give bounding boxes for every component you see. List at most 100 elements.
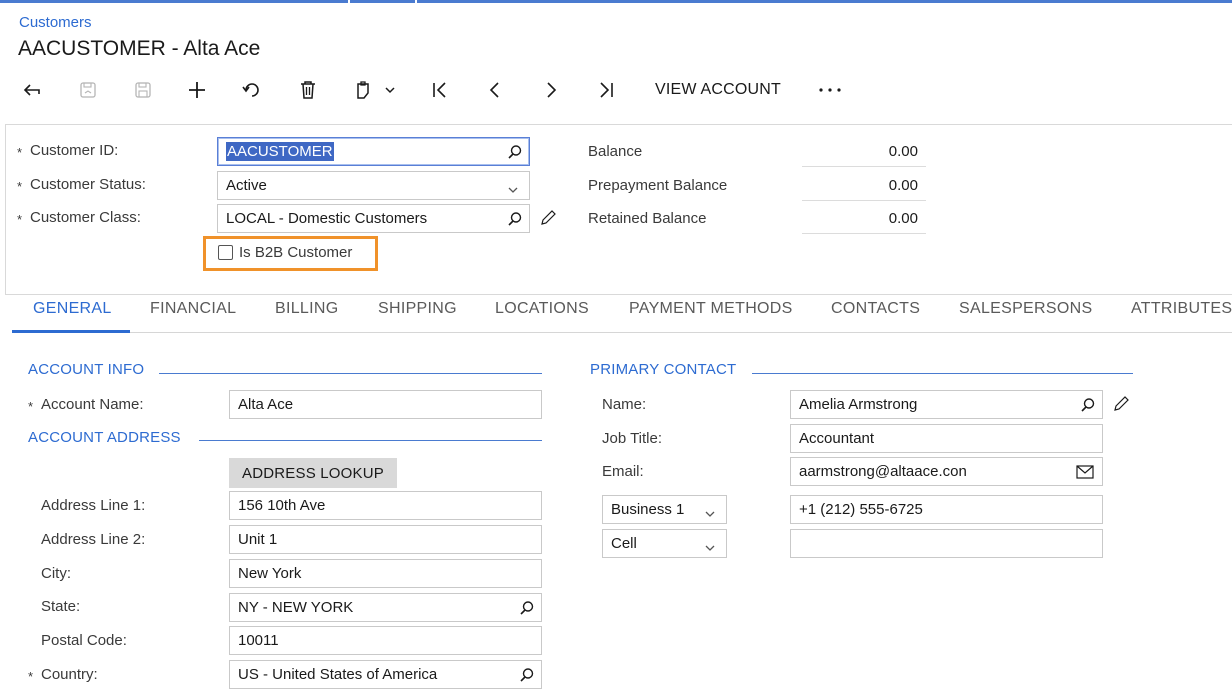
breadcrumb[interactable]: Customers	[19, 14, 92, 31]
delete-button[interactable]	[294, 74, 322, 106]
postal-code-field[interactable]: 10011	[229, 626, 542, 655]
save-close-button[interactable]	[74, 74, 102, 106]
save-icon	[134, 81, 152, 99]
phone1-type-select[interactable]: Business 1	[602, 495, 727, 524]
primary-contact-title: PRIMARY CONTACT	[590, 361, 737, 378]
tab-contacts[interactable]: CONTACTS	[831, 291, 920, 333]
divider	[802, 166, 926, 167]
chevron-down-icon	[507, 181, 519, 198]
page-title: AACUSTOMER - Alta Ace	[18, 37, 261, 60]
previous-record-button[interactable]	[481, 74, 509, 106]
undo-button[interactable]	[238, 74, 266, 106]
phone2-field[interactable]	[790, 529, 1103, 558]
search-icon[interactable]	[519, 667, 535, 687]
required-marker: *	[17, 179, 23, 194]
postal-code-value: 10011	[238, 632, 279, 649]
pencil-icon[interactable]	[539, 209, 557, 232]
city-value: New York	[238, 565, 302, 582]
job-title-field[interactable]: Accountant	[790, 424, 1103, 453]
customer-class-label: Customer Class:	[30, 209, 141, 226]
state-value: NY - NEW YORK	[238, 599, 354, 616]
last-record-icon	[596, 81, 616, 99]
tab-salespersons[interactable]: SALESPERSONS	[959, 291, 1092, 333]
tab-payment-methods[interactable]: PAYMENT METHODS	[629, 291, 793, 333]
tab-general[interactable]: GENERAL	[33, 291, 112, 333]
country-field[interactable]: US - United States of America	[229, 660, 542, 689]
tab-billing[interactable]: BILLING	[275, 291, 338, 333]
next-record-button[interactable]	[537, 74, 565, 106]
phone2-type-value: Cell	[611, 535, 637, 552]
section-divider	[199, 440, 542, 441]
retained-balance-value: 0.00	[888, 210, 918, 227]
customer-class-value: LOCAL - Domestic Customers	[226, 210, 428, 227]
customer-status-value: Active	[226, 177, 267, 194]
customer-id-field[interactable]: AACUSTOMER	[217, 137, 530, 166]
back-button[interactable]	[18, 74, 46, 106]
save-close-icon	[79, 81, 97, 99]
tab-shipping[interactable]: SHIPPING	[378, 291, 457, 333]
city-label: City:	[41, 565, 71, 582]
email-label: Email:	[602, 463, 644, 480]
phone1-value: +1 (212) 555-6725	[799, 501, 923, 518]
job-title-value: Accountant	[799, 430, 875, 447]
address-line2-field[interactable]: Unit 1	[229, 525, 542, 554]
prepayment-balance-value: 0.00	[888, 177, 918, 194]
phone2-type-select[interactable]: Cell	[602, 529, 727, 558]
account-name-field[interactable]: Alta Ace	[229, 390, 542, 419]
first-record-button[interactable]	[426, 74, 454, 106]
contact-name-label: Name:	[602, 396, 647, 413]
more-button[interactable]	[814, 74, 846, 106]
save-button[interactable]	[129, 74, 157, 106]
search-icon[interactable]	[507, 211, 523, 231]
balance-value: 0.00	[888, 143, 918, 160]
address-line1-value: 156 10th Ave	[238, 497, 326, 514]
state-field[interactable]: NY - NEW YORK	[229, 593, 542, 622]
tab-financial[interactable]: FINANCIAL	[150, 291, 236, 333]
customer-class-field[interactable]: LOCAL - Domestic Customers	[217, 204, 530, 233]
next-record-icon	[544, 81, 558, 99]
tab-attributes[interactable]: ATTRIBUTES	[1131, 291, 1232, 333]
email-field[interactable]: aarmstrong@altaace.con	[790, 457, 1103, 486]
view-account-button[interactable]: VIEW ACCOUNT	[645, 74, 791, 106]
tab-locations[interactable]: LOCATIONS	[495, 291, 589, 333]
top-accent-bar	[0, 0, 1232, 3]
address-line1-label: Address Line 1:	[41, 497, 146, 514]
contact-name-field[interactable]: Amelia Armstrong	[790, 390, 1103, 419]
search-icon[interactable]	[507, 144, 523, 164]
phone1-type-value: Business 1	[611, 501, 685, 518]
account-address-title: ACCOUNT ADDRESS	[28, 429, 181, 446]
tab-bar: GENERAL FINANCIAL BILLING SHIPPING LOCAT…	[12, 291, 1232, 333]
phone1-field[interactable]: +1 (212) 555-6725	[790, 495, 1103, 524]
section-divider	[159, 373, 542, 374]
account-name-label: Account Name:	[41, 396, 144, 413]
email-value: aarmstrong@altaace.con	[799, 463, 967, 480]
arrow-back-icon	[22, 82, 42, 98]
previous-record-icon	[488, 81, 502, 99]
country-label: Country:	[41, 666, 98, 683]
customer-status-select[interactable]: Active	[217, 171, 530, 200]
toolbar: VIEW ACCOUNT	[0, 74, 1232, 106]
required-marker: *	[17, 212, 23, 227]
add-button[interactable]	[183, 74, 211, 106]
retained-balance-label: Retained Balance	[588, 210, 707, 227]
customer-id-label: Customer ID:	[30, 142, 119, 159]
pencil-icon[interactable]	[1112, 395, 1130, 418]
postal-code-label: Postal Code:	[41, 632, 127, 649]
account-info-title: ACCOUNT INFO	[28, 361, 145, 378]
address-line1-field[interactable]: 156 10th Ave	[229, 491, 542, 520]
state-label: State:	[41, 598, 81, 615]
clipboard-menu-button[interactable]	[348, 74, 402, 106]
city-field[interactable]: New York	[229, 559, 542, 588]
envelope-icon[interactable]	[1076, 465, 1094, 483]
is-b2b-label[interactable]: Is B2B Customer	[239, 244, 352, 261]
last-record-button[interactable]	[592, 74, 620, 106]
contact-name-value: Amelia Armstrong	[799, 396, 918, 413]
search-icon[interactable]	[1080, 397, 1096, 417]
is-b2b-checkbox[interactable]	[218, 245, 233, 260]
required-marker: *	[28, 399, 34, 414]
search-icon[interactable]	[519, 600, 535, 620]
prepayment-balance-label: Prepayment Balance	[588, 177, 728, 194]
address-lookup-button[interactable]: ADDRESS LOOKUP	[229, 458, 397, 488]
customer-status-label: Customer Status:	[30, 176, 146, 193]
section-divider	[752, 373, 1133, 374]
